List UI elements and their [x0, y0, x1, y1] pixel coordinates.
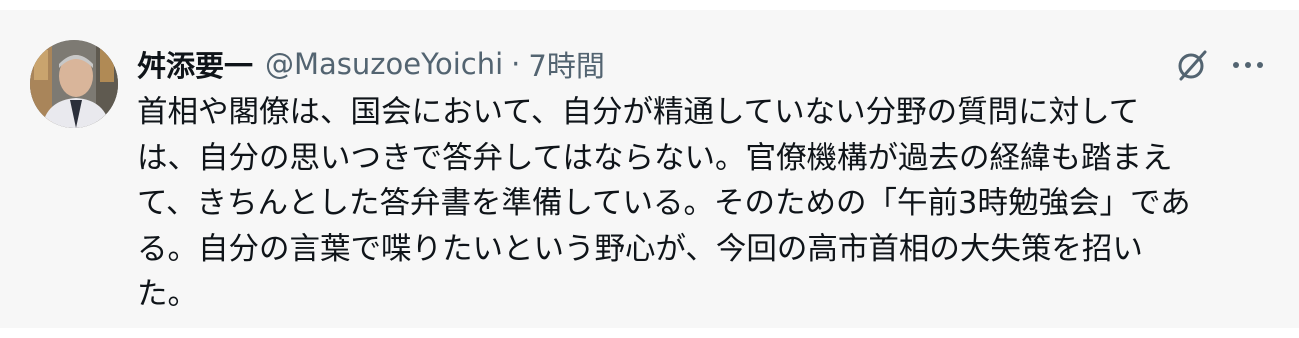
post-timestamp[interactable]: 7時間 — [528, 43, 604, 85]
grok-icon[interactable] — [1170, 43, 1214, 87]
author-handle[interactable]: @MasuzoeYoichi — [265, 47, 503, 81]
tweet-card[interactable]: 舛添要一 @MasuzoeYoichi · 7時間 首相や閣僚は、国会において、… — [0, 10, 1299, 328]
author-name[interactable]: 舛添要一 — [137, 43, 253, 85]
avatar-image — [30, 40, 118, 128]
tweet-text: 首相や閣僚は、国会において、自分が精通していない分野の質問に対して は、自分の思… — [137, 95, 1191, 312]
avatar[interactable] — [30, 40, 118, 128]
tweet-header: 舛添要一 @MasuzoeYoichi · 7時間 — [137, 44, 605, 84]
more-options-icon[interactable] — [1226, 43, 1270, 87]
separator-dot: · — [511, 47, 521, 81]
